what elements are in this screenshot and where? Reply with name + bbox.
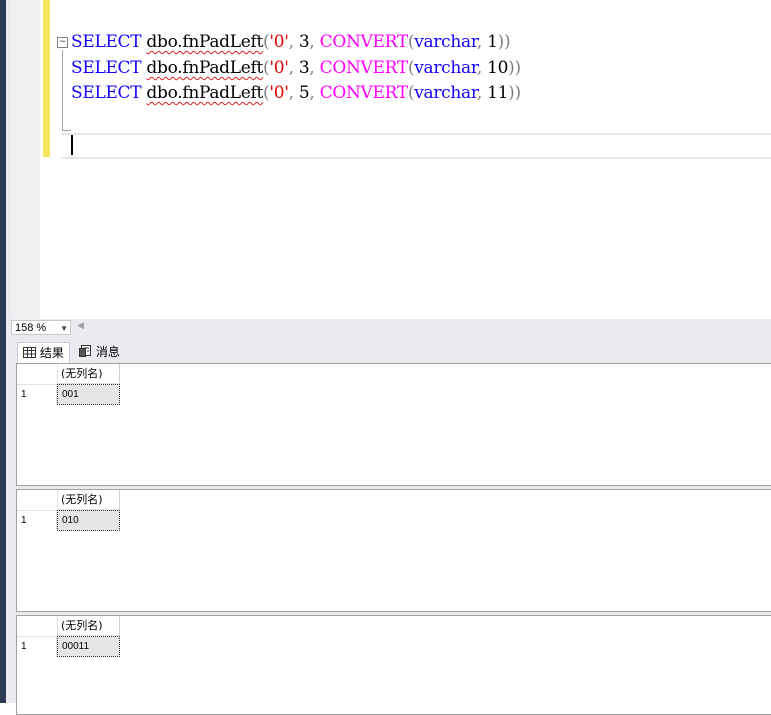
- paren: )): [508, 83, 521, 103]
- type-name: varchar: [414, 83, 477, 103]
- comma: ,: [309, 83, 315, 103]
- comma: ,: [309, 32, 315, 52]
- grid-icon: [23, 347, 36, 358]
- editor-gutter: [11, 0, 40, 319]
- grid-corner[interactable]: [17, 364, 58, 385]
- scroll-left-arrow-icon[interactable]: ◀: [77, 321, 84, 331]
- tab-results[interactable]: 结果: [17, 342, 70, 363]
- type-name: varchar: [414, 32, 477, 52]
- number-literal: 11: [487, 83, 509, 103]
- comma: ,: [288, 32, 294, 52]
- column-header[interactable]: (无列名): [57, 364, 120, 384]
- number-literal: 1: [487, 32, 498, 52]
- grid-corner[interactable]: [17, 490, 58, 511]
- outline-line: [62, 50, 63, 130]
- comma: ,: [309, 58, 315, 78]
- result-grid-3[interactable]: (无列名) 1 00011: [16, 615, 771, 715]
- string-literal: '0': [269, 58, 289, 78]
- keyword: SELECT: [71, 32, 142, 52]
- function-identifier: dbo.fnPadLeft: [146, 83, 264, 103]
- keyword: SELECT: [71, 58, 142, 78]
- column-header[interactable]: (无列名): [57, 490, 120, 510]
- column-header[interactable]: (无列名): [57, 616, 120, 636]
- code-line-2: SELECT dbo.fnPadLeft('0', 3, CONVERT(var…: [71, 58, 521, 78]
- tab-results-label: 结果: [39, 346, 64, 360]
- result-cell[interactable]: 010: [57, 510, 120, 531]
- string-literal: '0': [269, 83, 289, 103]
- zoom-dropdown[interactable]: 158 % ▼: [11, 320, 71, 335]
- builtin-function: CONVERT: [319, 58, 409, 78]
- query-editor[interactable]: − SELECT dbo.fnPadLeft('0', 3, CONVERT(v…: [11, 0, 771, 319]
- number-literal: 3: [298, 32, 310, 52]
- result-cell[interactable]: 00011: [57, 636, 120, 657]
- comma: ,: [476, 58, 482, 78]
- tab-messages-label: 消息: [95, 345, 120, 359]
- text-caret: [71, 135, 73, 155]
- editor-status-strip: 158 % ▼ ◀: [11, 319, 771, 337]
- message-icon: [79, 345, 91, 357]
- tab-messages[interactable]: 消息: [74, 342, 125, 362]
- current-line-highlight: [61, 133, 771, 159]
- builtin-function: CONVERT: [319, 32, 409, 52]
- results-pane: (无列名) 1 001 (无列名) 1 010 (无列名) 1 00011: [11, 363, 771, 715]
- comma: ,: [476, 83, 482, 103]
- number-literal: 3: [298, 58, 310, 78]
- comma: ,: [288, 58, 294, 78]
- code-line-1: SELECT dbo.fnPadLeft('0', 3, CONVERT(var…: [71, 32, 511, 52]
- change-tracking-bar: [43, 0, 50, 157]
- grid-corner[interactable]: [17, 616, 58, 637]
- code-line-3: SELECT dbo.fnPadLeft('0', 5, CONVERT(var…: [71, 83, 521, 103]
- result-grid-2[interactable]: (无列名) 1 010: [16, 489, 771, 612]
- paren: )): [497, 32, 511, 52]
- collapse-toggle[interactable]: −: [57, 37, 68, 48]
- result-grid-1[interactable]: (无列名) 1 001: [16, 363, 771, 486]
- comma: ,: [288, 83, 294, 103]
- dropdown-arrow-icon: ▼: [60, 324, 68, 333]
- keyword: SELECT: [71, 83, 142, 103]
- function-identifier: dbo.fnPadLeft: [146, 58, 264, 78]
- row-number[interactable]: 1: [17, 384, 57, 405]
- paren: )): [508, 58, 521, 78]
- number-literal: 5: [298, 83, 310, 103]
- zoom-value: 158 %: [15, 322, 47, 334]
- result-cell[interactable]: 001: [57, 384, 120, 405]
- function-identifier: dbo.fnPadLeft: [146, 32, 264, 52]
- number-literal: 10: [487, 58, 509, 78]
- comma: ,: [476, 32, 482, 52]
- results-tab-strip: 结果 消息: [11, 337, 771, 363]
- string-literal: '0': [269, 32, 289, 52]
- builtin-function: CONVERT: [319, 83, 409, 103]
- type-name: varchar: [414, 58, 477, 78]
- outline-end: [62, 130, 71, 131]
- row-number[interactable]: 1: [17, 510, 57, 531]
- row-number[interactable]: 1: [17, 636, 57, 657]
